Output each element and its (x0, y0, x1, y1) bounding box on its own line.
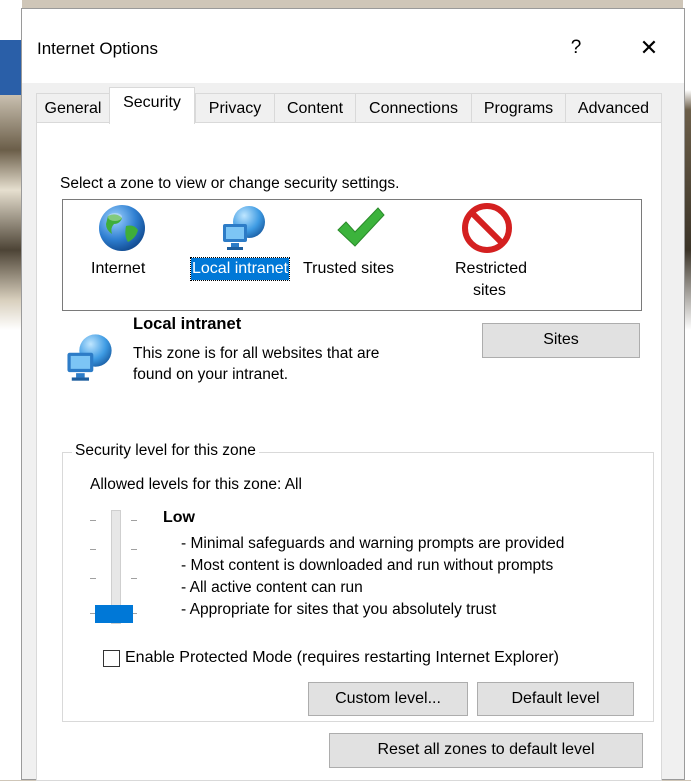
security-level-name: Low (163, 509, 195, 526)
zone-restricted-sites[interactable]: Restricted sites (417, 200, 547, 310)
help-button[interactable]: ? (564, 35, 588, 61)
level-bullet: - All active content can run (181, 579, 363, 596)
tab-advanced[interactable]: Advanced (565, 93, 662, 123)
level-bullet: - Minimal safeguards and warning prompts… (181, 535, 565, 552)
tab-general[interactable]: General (36, 93, 110, 123)
level-bullet: - Appropriate for sites that you absolut… (181, 601, 497, 618)
security-level-legend: Security level for this zone (72, 442, 259, 460)
slider-tick (90, 520, 96, 521)
slider-tick (131, 520, 137, 521)
selected-zone-description-line2: found on your intranet. (133, 366, 289, 383)
tab-programs[interactable]: Programs (471, 93, 566, 123)
tab-privacy[interactable]: Privacy (195, 93, 275, 123)
no-entry-icon (462, 203, 512, 253)
zone-label-restricted-line1: Restricted (455, 260, 528, 277)
zone-list: Internet Local intranet Trusted sites Re… (62, 199, 642, 311)
level-bullet: - Most content is downloaded and run wit… (181, 557, 554, 574)
selected-zone-title: Local intranet (133, 315, 242, 333)
slider-thumb[interactable] (95, 605, 133, 623)
title-bar: Internet Options ? ✕ (22, 9, 684, 83)
close-button[interactable]: ✕ (634, 33, 664, 63)
default-level-button[interactable]: Default level (477, 682, 634, 716)
window-title: Internet Options (37, 39, 158, 58)
zone-instruction: Select a zone to view or change security… (60, 175, 400, 192)
zone-label-local-intranet: Local intranet (189, 257, 291, 281)
allowed-levels-text: Allowed levels for this zone: All (90, 476, 302, 493)
slider-tick (90, 549, 96, 550)
tab-connections[interactable]: Connections (355, 93, 472, 123)
background-desktop-left (0, 0, 22, 780)
slider-tick (90, 578, 96, 579)
local-intranet-info-icon (67, 334, 112, 381)
checkmark-icon (337, 207, 385, 247)
reset-all-zones-button[interactable]: Reset all zones to default level (329, 733, 643, 768)
zone-internet[interactable]: Internet (63, 200, 183, 310)
tab-content[interactable]: Content (274, 93, 356, 123)
zone-label-restricted-line2: sites (473, 282, 506, 299)
sites-button[interactable]: Sites (482, 323, 640, 358)
tab-security[interactable]: Security (109, 87, 195, 124)
security-level-description: - Minimal safeguards and warning prompts… (181, 533, 564, 621)
slider-tick (131, 578, 137, 579)
zone-local-intranet[interactable]: Local intranet (183, 200, 299, 310)
network-globe-icon (223, 206, 265, 250)
selected-zone-description-line1: This zone is for all websites that are (133, 345, 380, 362)
protected-mode-label[interactable]: Enable Protected Mode (requires restarti… (125, 649, 559, 667)
zone-label-trusted-sites: Trusted sites (303, 260, 394, 277)
security-level-group: Security level for this zone Allowed lev… (62, 442, 654, 722)
internet-options-dialog: Internet Options ? ✕ General Security Pr… (21, 8, 685, 781)
zone-label-internet: Internet (91, 260, 146, 277)
protected-mode-checkbox[interactable] (103, 650, 120, 667)
security-tab-panel: Select a zone to view or change security… (36, 122, 662, 781)
slider-tick (131, 549, 137, 550)
zone-trusted-sites[interactable]: Trusted sites (299, 200, 417, 310)
custom-level-button[interactable]: Custom level... (308, 682, 468, 716)
globe-icon (99, 205, 145, 251)
selected-zone-description: This zone is for all websites that are f… (133, 343, 453, 385)
